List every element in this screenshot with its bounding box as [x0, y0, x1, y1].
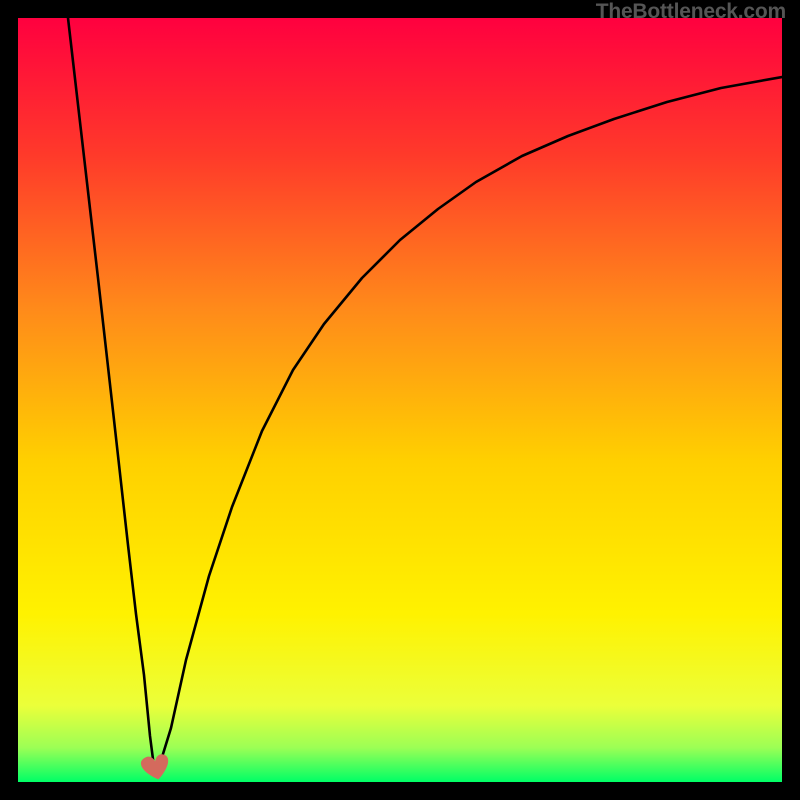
bottleneck-plot	[18, 18, 782, 782]
gradient-background	[18, 18, 782, 782]
watermark-text: TheBottleneck.com	[596, 0, 786, 24]
chart-frame	[18, 18, 782, 782]
